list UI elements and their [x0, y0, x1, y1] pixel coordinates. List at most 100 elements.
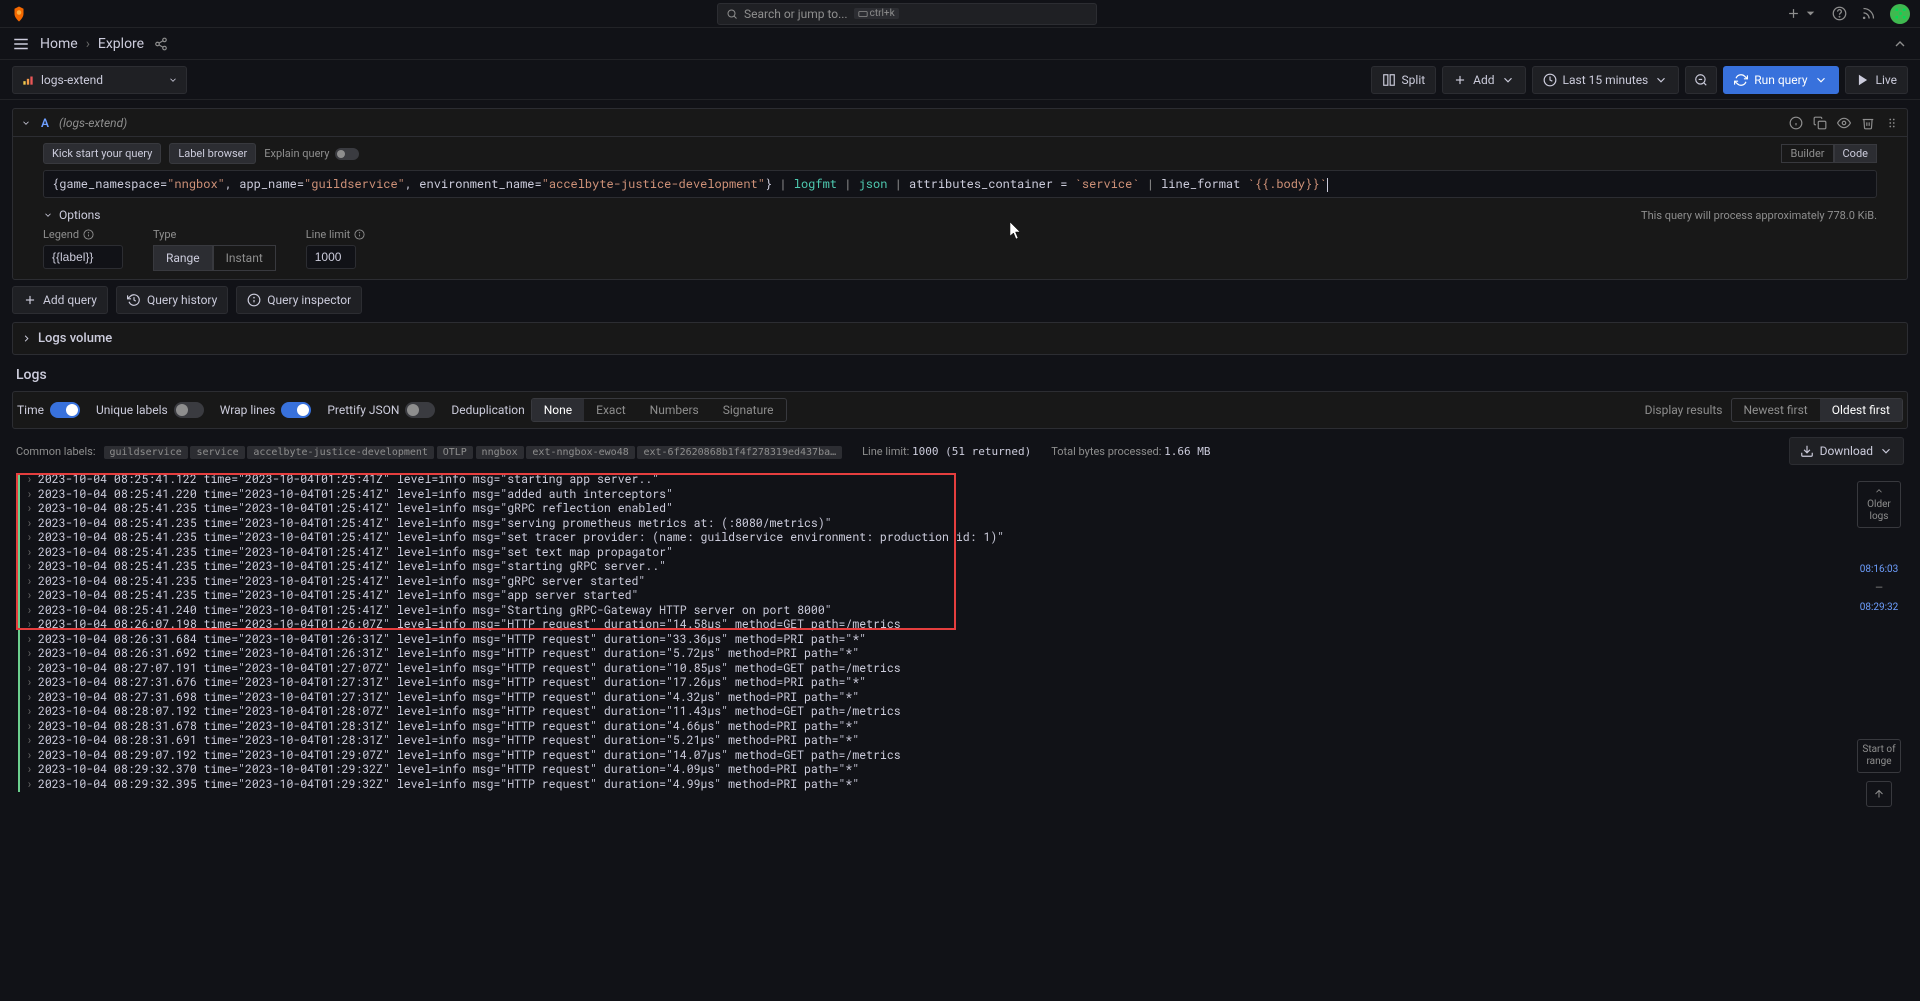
chevron-right-icon[interactable]: ›: [26, 734, 34, 749]
log-line[interactable]: ›2023-10-04 08:27:07.191 time="2023-10-0…: [16, 662, 1854, 677]
log-line[interactable]: ›2023-10-04 08:25:41.240 time="2023-10-0…: [16, 604, 1854, 619]
chevron-up-icon[interactable]: [1892, 36, 1908, 52]
dedup-exact[interactable]: Exact: [584, 399, 638, 421]
label-tag[interactable]: accelbyte-justice-development: [247, 446, 434, 459]
newest-first[interactable]: Newest first: [1732, 399, 1820, 421]
log-line[interactable]: ›2023-10-04 08:26:07.198 time="2023-10-0…: [16, 618, 1854, 633]
log-line[interactable]: ›2023-10-04 08:25:41.122 time="2023-10-0…: [16, 473, 1854, 488]
type-range[interactable]: Range: [153, 245, 213, 271]
rss-icon[interactable]: [1861, 6, 1876, 21]
logs-volume-header[interactable]: Logs volume: [21, 331, 1899, 346]
chevron-down-icon[interactable]: [21, 118, 31, 128]
query-letter[interactable]: A: [41, 116, 49, 130]
log-line[interactable]: ›2023-10-04 08:28:31.691 time="2023-10-0…: [16, 734, 1854, 749]
label-tag[interactable]: OTLP: [437, 446, 473, 459]
chevron-right-icon[interactable]: ›: [26, 531, 34, 546]
chevron-right-icon[interactable]: ›: [26, 575, 34, 590]
log-line[interactable]: ›2023-10-04 08:27:31.676 time="2023-10-0…: [16, 676, 1854, 691]
menu-icon[interactable]: [12, 35, 30, 53]
add-query-button[interactable]: Add query: [12, 286, 108, 314]
dedup-numbers[interactable]: Numbers: [638, 399, 711, 421]
chevron-right-icon[interactable]: ›: [26, 763, 34, 778]
log-line[interactable]: ›2023-10-04 08:27:31.698 time="2023-10-0…: [16, 691, 1854, 706]
chevron-right-icon[interactable]: ›: [26, 488, 34, 503]
log-line[interactable]: ›2023-10-04 08:26:31.684 time="2023-10-0…: [16, 633, 1854, 648]
builder-tab[interactable]: Builder: [1781, 144, 1833, 163]
older-logs-button[interactable]: Older logs: [1857, 481, 1901, 528]
live-button[interactable]: Live: [1845, 66, 1908, 94]
log-line[interactable]: ›2023-10-04 08:29:32.395 time="2023-10-0…: [16, 778, 1854, 793]
wrap-toggle[interactable]: [281, 402, 311, 418]
code-tab[interactable]: Code: [1834, 144, 1877, 163]
legend-input[interactable]: [43, 245, 123, 269]
trash-icon[interactable]: [1861, 116, 1875, 130]
search-input[interactable]: Search or jump to... ctrl+k: [717, 3, 1097, 25]
chevron-right-icon[interactable]: ›: [26, 517, 34, 532]
log-line[interactable]: ›2023-10-04 08:25:41.235 time="2023-10-0…: [16, 560, 1854, 575]
query-editor[interactable]: {game_namespace="nngbox", app_name="guil…: [43, 170, 1877, 198]
share-icon[interactable]: [154, 37, 168, 51]
log-line[interactable]: ›2023-10-04 08:25:41.235 time="2023-10-0…: [16, 589, 1854, 604]
chevron-right-icon[interactable]: ›: [26, 604, 34, 619]
grafana-logo[interactable]: [10, 5, 28, 23]
query-history-button[interactable]: Query history: [116, 286, 228, 314]
breadcrumb-home[interactable]: Home: [40, 36, 78, 52]
label-tag[interactable]: ext-6f2620868b1f4f278319ed437ba…: [637, 446, 842, 459]
chevron-right-icon[interactable]: ›: [26, 618, 34, 633]
chevron-down-icon[interactable]: [43, 210, 53, 220]
split-button[interactable]: Split: [1371, 66, 1437, 94]
label-tag[interactable]: nngbox: [476, 446, 524, 459]
plus-icon[interactable]: [1786, 6, 1818, 21]
prettify-toggle[interactable]: [405, 402, 435, 418]
chevron-right-icon[interactable]: ›: [26, 473, 34, 488]
type-instant[interactable]: Instant: [213, 245, 276, 271]
log-line[interactable]: ›2023-10-04 08:25:41.235 time="2023-10-0…: [16, 517, 1854, 532]
log-line[interactable]: ›2023-10-04 08:29:32.370 time="2023-10-0…: [16, 763, 1854, 778]
log-line[interactable]: ›2023-10-04 08:29:07.192 time="2023-10-0…: [16, 749, 1854, 764]
breadcrumb-explore[interactable]: Explore: [98, 36, 144, 52]
log-line[interactable]: ›2023-10-04 08:25:41.235 time="2023-10-0…: [16, 502, 1854, 517]
explain-toggle[interactable]: Explain query: [264, 147, 359, 160]
linelimit-input[interactable]: [306, 245, 356, 269]
scroll-top-button[interactable]: [1866, 781, 1892, 807]
chevron-right-icon[interactable]: ›: [26, 633, 34, 648]
add-button[interactable]: Add: [1442, 66, 1525, 94]
chevron-right-icon[interactable]: ›: [26, 546, 34, 561]
log-line[interactable]: ›2023-10-04 08:26:31.692 time="2023-10-0…: [16, 647, 1854, 662]
options-label[interactable]: Options: [59, 208, 101, 222]
log-line[interactable]: ›2023-10-04 08:25:41.220 time="2023-10-0…: [16, 488, 1854, 503]
chevron-right-icon[interactable]: ›: [26, 778, 34, 793]
grip-icon[interactable]: [1885, 116, 1899, 130]
datasource-picker[interactable]: logs-extend: [12, 66, 187, 94]
chevron-right-icon[interactable]: ›: [26, 662, 34, 677]
chevron-right-icon[interactable]: ›: [26, 560, 34, 575]
unique-toggle[interactable]: [174, 402, 204, 418]
chevron-right-icon[interactable]: ›: [26, 720, 34, 735]
log-line[interactable]: ›2023-10-04 08:25:41.235 time="2023-10-0…: [16, 531, 1854, 546]
timerange-button[interactable]: Last 15 minutes: [1532, 66, 1680, 94]
info-icon[interactable]: [83, 229, 94, 240]
help-icon[interactable]: [1832, 6, 1847, 21]
label-tag[interactable]: ext-nngbox-ewo48: [526, 446, 634, 459]
chevron-right-icon[interactable]: ›: [26, 705, 34, 720]
chevron-right-icon[interactable]: ›: [26, 502, 34, 517]
chevron-right-icon[interactable]: ›: [26, 647, 34, 662]
zoom-out-button[interactable]: [1685, 66, 1717, 94]
info-icon[interactable]: [354, 229, 365, 240]
log-line[interactable]: ›2023-10-04 08:25:41.235 time="2023-10-0…: [16, 575, 1854, 590]
dedup-signature[interactable]: Signature: [711, 399, 786, 421]
label-tag[interactable]: guildservice: [104, 446, 188, 459]
start-range-button[interactable]: Start of range: [1857, 739, 1901, 773]
oldest-first[interactable]: Oldest first: [1820, 399, 1902, 421]
download-button[interactable]: Download: [1789, 437, 1904, 465]
info-icon[interactable]: [1789, 116, 1803, 130]
label-tag[interactable]: service: [190, 446, 244, 459]
labelbrowser-button[interactable]: Label browser: [169, 143, 256, 164]
query-inspector-button[interactable]: Query inspector: [236, 286, 362, 314]
kickstart-button[interactable]: Kick start your query: [43, 143, 161, 164]
run-query-button[interactable]: Run query: [1723, 66, 1838, 94]
copy-icon[interactable]: [1813, 116, 1827, 130]
eye-icon[interactable]: [1837, 116, 1851, 130]
chevron-right-icon[interactable]: ›: [26, 589, 34, 604]
avatar[interactable]: [1890, 4, 1910, 24]
